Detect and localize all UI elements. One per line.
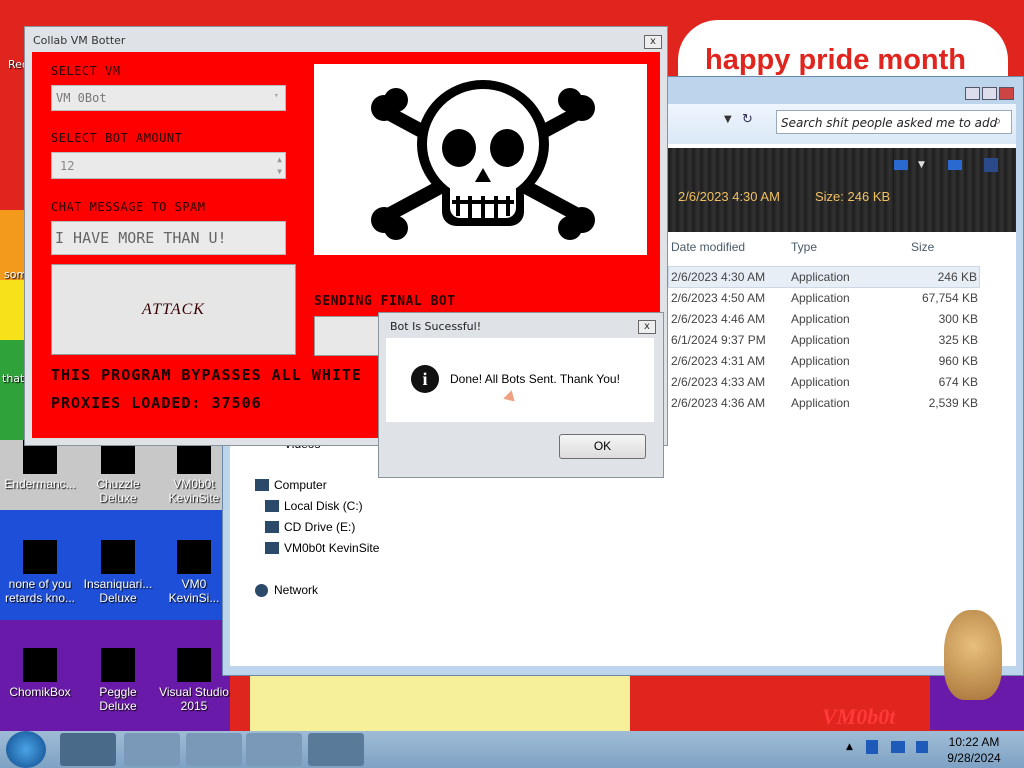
cd-drive-icon xyxy=(265,521,279,533)
app-icon xyxy=(101,540,135,574)
refresh-icon[interactable]: ↻ xyxy=(742,112,753,127)
taskbar-app-media-player[interactable] xyxy=(124,733,180,766)
desktop-icon-visual-studio[interactable]: Visual Studio 2015 xyxy=(158,648,230,713)
search-icon[interactable]: ⌕ xyxy=(994,114,1001,129)
preview-pane-icon[interactable] xyxy=(948,160,962,170)
start-button[interactable] xyxy=(6,731,46,768)
stepper-arrows-icon[interactable]: ▲ ▼ xyxy=(277,154,282,178)
proxies-loaded-text: PROXIES LOADED: 37506 xyxy=(51,394,262,412)
nav-computer[interactable]: Computer xyxy=(274,478,327,492)
info-icon: i xyxy=(411,365,439,393)
network-drive-icon xyxy=(265,542,279,554)
desktop-icon-vm0-kevinsite[interactable]: VM0 KevinSi... xyxy=(158,540,230,605)
maximize-button[interactable] xyxy=(982,87,997,100)
taskbar-app-ie[interactable] xyxy=(186,733,242,766)
wallpaper-watermark: VM0b0t xyxy=(822,704,896,729)
window-title: Collab VM Botter xyxy=(33,34,126,47)
taskbar-app-botter[interactable] xyxy=(60,733,116,766)
select-vm-label: SELECT VM xyxy=(51,64,121,78)
file-row[interactable]: 2/6/2023 4:30 AM Application 246 KB xyxy=(668,266,980,288)
tray-expand-icon[interactable]: ▲ xyxy=(846,742,853,752)
close-button[interactable]: x xyxy=(644,35,662,49)
detail-date: 2/6/2023 4:30 AM xyxy=(678,189,780,204)
close-button[interactable] xyxy=(999,87,1014,100)
file-row[interactable]: 2/6/2023 4:33 AM Application 674 KB xyxy=(668,372,978,392)
app-icon xyxy=(177,540,211,574)
ok-button[interactable]: OK xyxy=(559,434,646,459)
computer-icon xyxy=(255,479,269,491)
nav-vm-drive[interactable]: VM0b0t KevinSite xyxy=(284,541,379,555)
dropdown-arrow-icon[interactable]: ▼ xyxy=(724,114,732,125)
file-row[interactable]: 2/6/2023 4:50 AM Application 67,754 KB xyxy=(668,288,978,308)
taskbar-clock[interactable]: 10:22 AM 9/28/2024 xyxy=(938,734,1010,766)
column-type[interactable]: Type xyxy=(791,240,817,254)
nav-network[interactable]: Network xyxy=(274,583,318,597)
help-icon[interactable] xyxy=(984,158,998,172)
app-icon xyxy=(23,648,57,682)
detail-size: Size: 246 KB xyxy=(815,189,891,204)
app-icon xyxy=(177,648,211,682)
hamster-image xyxy=(944,610,1002,700)
taskbar-app-firefox[interactable] xyxy=(246,733,302,766)
vm-select[interactable]: VM 0Bot ▾ xyxy=(51,85,286,111)
desktop-icon-insaniquarium[interactable]: Insaniquari... Deluxe xyxy=(82,540,154,605)
skull-image xyxy=(314,64,647,255)
search-input[interactable]: Search shit people asked me to add xyxy=(776,110,1012,134)
chevron-down-icon: ▾ xyxy=(273,91,279,101)
bot-amount-stepper[interactable]: 12 ▲ ▼ xyxy=(51,152,286,179)
select-bot-amount-label: SELECT BOT AMOUNT xyxy=(51,131,183,145)
file-row[interactable]: 2/6/2023 4:31 AM Application 960 KB xyxy=(668,351,978,371)
dialog-message: Done! All Bots Sent. Thank You! xyxy=(450,372,620,386)
desktop-icon-endermanc[interactable]: Endermanc... xyxy=(4,440,76,491)
send-progress-bar xyxy=(314,316,386,356)
network-tray-icon[interactable] xyxy=(891,741,905,753)
network-icon xyxy=(255,584,268,597)
file-row[interactable]: 2/6/2023 4:46 AM Application 300 KB xyxy=(668,309,978,329)
desktop-icon-vm0b0t-kevinsite[interactable]: VM0b0t KevinSite xyxy=(158,440,230,505)
nav-cd-drive[interactable]: CD Drive (E:) xyxy=(284,520,355,534)
file-row[interactable]: 6/1/2024 9:37 PM Application 325 KB xyxy=(668,330,978,350)
partial-desktop-label: that xyxy=(2,372,25,385)
volume-icon[interactable] xyxy=(916,741,928,753)
bypass-text: THIS PROGRAM BYPASSES ALL WHITE xyxy=(51,366,362,384)
skull-crossbones-icon xyxy=(371,80,595,240)
nav-local-disk[interactable]: Local Disk (C:) xyxy=(284,499,363,513)
column-date-modified[interactable]: Date modified xyxy=(671,240,745,254)
dialog-title: Bot Is Sucessful! xyxy=(390,320,482,333)
desktop-icon-chomikbox[interactable]: ChomikBox xyxy=(4,648,76,699)
desktop-icon-chuzzle[interactable]: Chuzzle Deluxe xyxy=(82,440,154,505)
desktop-icon-peggle[interactable]: Peggle Deluxe xyxy=(82,648,154,713)
minimize-button[interactable] xyxy=(965,87,980,100)
taskbar-app-explorer[interactable] xyxy=(308,733,364,766)
view-icon[interactable] xyxy=(894,160,908,170)
desktop-icon-none-of-you[interactable]: none of you retards kno... xyxy=(4,540,76,605)
app-icon xyxy=(101,648,135,682)
column-size[interactable]: Size xyxy=(911,240,934,254)
sending-status-label: SENDING FINAL BOT xyxy=(314,294,456,309)
app-icon xyxy=(23,540,57,574)
tray-icon[interactable] xyxy=(866,740,878,754)
disk-icon xyxy=(265,500,279,512)
attack-button[interactable]: ATTACK xyxy=(51,264,296,355)
chevron-down-icon[interactable]: ▼ xyxy=(918,160,925,170)
chat-message-label: CHAT MESSAGE TO SPAM xyxy=(51,200,206,214)
pride-banner-text: happy pride month xyxy=(705,44,966,76)
chat-message-input[interactable]: I HAVE MORE THAN U! xyxy=(51,221,286,255)
file-row[interactable]: 2/6/2023 4:36 AM Application 2,539 KB xyxy=(668,393,978,413)
dialog-close-button[interactable]: x xyxy=(638,320,656,334)
